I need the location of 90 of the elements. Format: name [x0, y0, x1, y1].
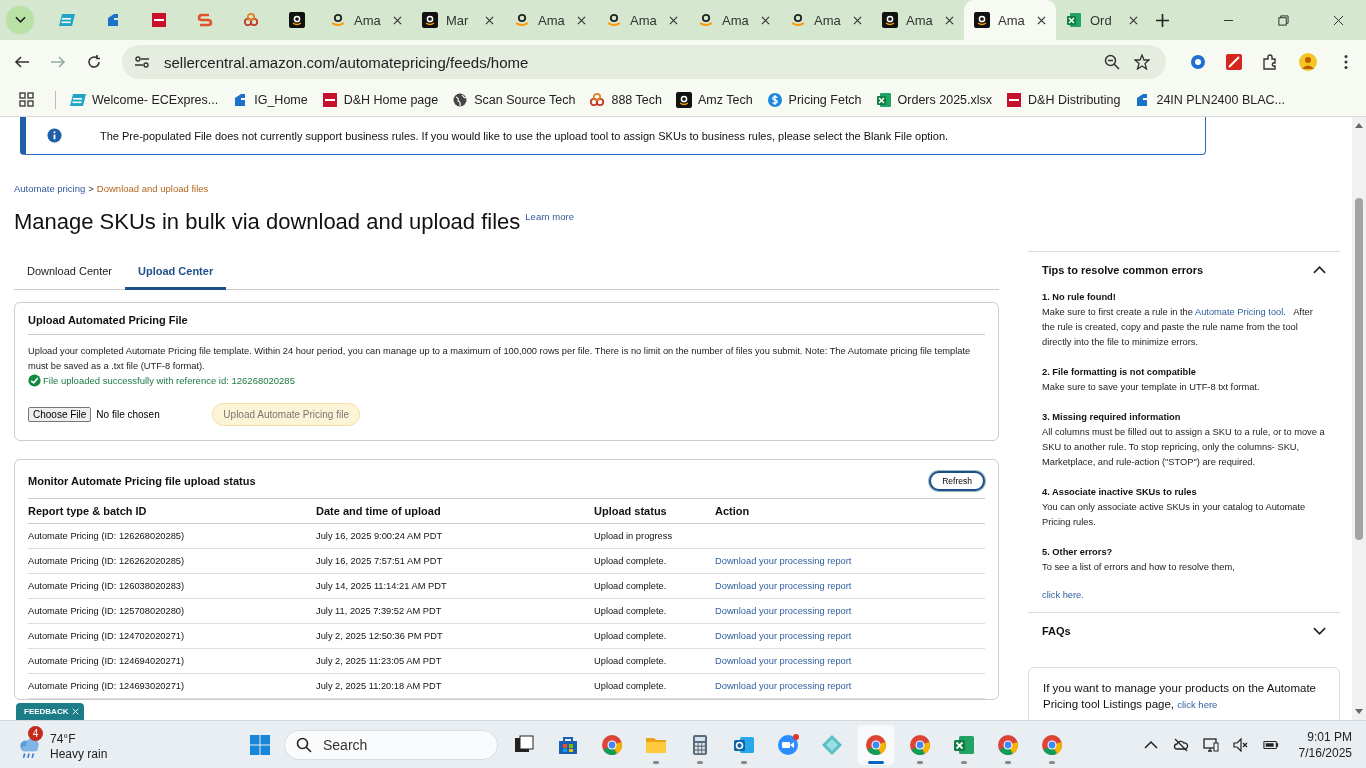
page-tab[interactable]: Download Center — [14, 257, 125, 290]
table-cell: July 2, 2025 11:23:05 AM PDT — [316, 649, 594, 674]
description-text: Upload your completed Automate Pricing file template. Within 24 hour period, you can manage up to a maximum of 100,000 rows per file. There is no limit on the number of files you submit. Note: The Automate pricing file template must be saved as a .txt file (UTF-8 format). — [28, 345, 972, 373]
temperature-text: 74°F — [50, 732, 77, 747]
tip-text: Make sure to first create a rule in the Automate Pricing tool. After the rule is created, copy and paste the rule name from the tool directly into the file to minimize errors. — [1042, 306, 1314, 349]
click-here-link[interactable]: click here. — [1042, 590, 1326, 600]
tip-heading: 2. File formatting is not compatible — [1042, 366, 1197, 379]
page-title: Manage SKUs in bulk via download and upload files — [14, 209, 521, 235]
breadcrumb-link[interactable]: Automate pricing — [14, 183, 86, 194]
bookmark-item[interactable]: Scan Source Tech — [452, 92, 576, 108]
table-cell: July 11, 2025 7:39:52 AM PDT — [316, 599, 594, 624]
table-cell: Automate Pricing (ID: 126262020285) — [28, 549, 316, 574]
tip-text: You can only associate active SKUs in your catalog to Automate Pricing rules. — [1042, 501, 1307, 529]
bookmark-item[interactable]: 888 Tech — [589, 92, 662, 108]
bookmark-item[interactable]: D&H Home page — [321, 92, 439, 108]
choose-file-button[interactable]: Choose File — [28, 407, 92, 422]
bookmark-item[interactable]: D&H Distributing — [1006, 92, 1121, 108]
browser-tab[interactable]: Ama — [504, 0, 596, 40]
table-cell: Automate Pricing (ID: 124694020271) — [28, 649, 316, 674]
download-report-link[interactable]: Download your processing report — [715, 681, 852, 691]
bookmark-item[interactable]: IG_Home — [232, 92, 308, 108]
table-cell: July 16, 2025 9:00:24 AM PDT — [316, 524, 594, 549]
card-title: Upload Automated Pricing File — [28, 314, 985, 335]
table-cell: Automate Pricing (ID: 126268020285) — [28, 524, 316, 549]
tip-heading: 5. Other errors? — [1042, 546, 1114, 559]
refresh-button[interactable]: Refresh — [929, 471, 985, 491]
table-cell: Upload in progress — [594, 524, 715, 549]
section-title[interactable]: Tips to resolve common errors — [1042, 264, 1204, 276]
download-report-link[interactable]: Download your processing report — [715, 556, 852, 566]
browser-tab[interactable]: Mar — [412, 0, 504, 40]
download-report-link[interactable]: Download your processing report — [715, 606, 852, 616]
table-cell: July 2, 2025 12:50:36 PM PDT — [316, 624, 594, 649]
table-cell: Automate Pricing (ID: 126038020283) — [28, 574, 316, 599]
download-report-link[interactable]: Download your processing report — [715, 631, 852, 641]
browser-tab[interactable]: Ama — [320, 0, 412, 40]
feedback-button[interactable]: FEEDBACK — [16, 703, 85, 720]
table-cell: July 16, 2025 7:57:51 AM PDT — [316, 549, 594, 574]
bookmark-item[interactable]: Welcome- ECExpres... — [70, 92, 219, 108]
bookmark-item[interactable]: Orders 2025.xlsx — [875, 92, 993, 108]
success-message: File uploaded successfully with reference id: 126268020285 — [43, 375, 295, 386]
tip-heading: 3. Missing required information — [1042, 411, 1182, 424]
breadcrumb-separator: > — [88, 183, 94, 194]
bookmark-item[interactable]: Amz Tech — [675, 92, 753, 108]
bookmark-item[interactable]: Pricing Fetch — [766, 92, 862, 108]
browser-tab[interactable]: Ama — [872, 0, 964, 40]
tip-heading: 1. No rule found! — [1042, 291, 1117, 304]
learn-more-link[interactable]: Learn more — [525, 211, 574, 222]
click-here-link[interactable]: click here — [1177, 699, 1218, 710]
tip-text: All columns must be filled out to assign a SKU to a rule, or to move a SKU to another rule. To stop repricing, only the columns- SKU, Marketplace, and rule-action ("STOP") are required. — [1042, 426, 1326, 469]
column-header: Upload status — [594, 499, 715, 524]
clock-date[interactable]: 7/16/2025 — [1298, 744, 1352, 761]
download-report-link[interactable]: Download your processing report — [715, 656, 852, 666]
table-cell: Upload complete. — [594, 624, 715, 649]
tip-text: Make sure to save your template in UTF-8 txt format. — [1042, 381, 1261, 394]
column-header: Report type & batch ID — [28, 499, 316, 524]
pricing-tool-link[interactable]: Automate Pricing tool. — [1194, 307, 1286, 317]
table-cell: Upload complete. — [594, 574, 715, 599]
table-cell: Automate Pricing (ID: 125708020280) — [28, 599, 316, 624]
weather-condition: Heavy rain — [50, 747, 108, 762]
table-cell: Upload complete. — [594, 649, 715, 674]
file-status-text: No file chosen — [96, 409, 161, 420]
page-tab[interactable]: Upload Center — [125, 257, 227, 290]
address-bar[interactable]: sellercentral.amazon.com/automatepricing/feeds/home — [122, 45, 1166, 79]
search-field[interactable]: Search — [284, 729, 498, 760]
banner-text: The Pre-populated File does not currently support business rules. If you would like to use the upload tool to assign SKUs to business rules, please select the Blank File option. — [100, 129, 949, 142]
card-title: Monitor Automate Pricing file upload status — [28, 475, 256, 487]
tip-text: To see a list of errors and how to resolve them, — [1042, 561, 1236, 574]
section-title[interactable]: FAQs — [1042, 625, 1071, 637]
tip-heading: 4. Associate inactive SKUs to rules — [1042, 486, 1198, 499]
table-cell: Automate Pricing (ID: 124702020271) — [28, 624, 316, 649]
bookmark-item[interactable]: 24IN PLN2400 BLAC... — [1134, 92, 1285, 108]
table-cell: Upload complete. — [594, 549, 715, 574]
table-cell: July 2, 2025 11:20:18 AM PDT — [316, 674, 594, 699]
browser-tab[interactable]: Ord — [1056, 0, 1148, 40]
column-header: Date and time of upload — [316, 499, 594, 524]
clock-time[interactable]: 9:01 PM — [1307, 728, 1352, 745]
browser-tab[interactable]: Ama — [596, 0, 688, 40]
table-cell: July 14, 2025 11:14:21 AM PDT — [316, 574, 594, 599]
browser-tab[interactable]: Ama — [780, 0, 872, 40]
weather-widget[interactable]: 4 74°F Heavy rain — [0, 723, 236, 766]
download-report-link[interactable]: Download your processing report — [715, 581, 852, 591]
browser-tab[interactable]: Ama — [688, 0, 780, 40]
listings-text: If you want to manage your products on the Automate Pricing tool Listings page, click here — [1043, 681, 1317, 712]
notification-badge: 4 — [28, 726, 43, 741]
column-header: Action — [715, 499, 985, 524]
browser-tab[interactable]: Ama — [964, 0, 1056, 40]
table-cell: Upload complete. — [594, 599, 715, 624]
table-cell: Automate Pricing (ID: 124693020271) — [28, 674, 316, 699]
url-text: sellercentral.amazon.com/automatepricing/feeds/home — [164, 53, 529, 71]
table-cell: Upload complete. — [594, 674, 715, 699]
